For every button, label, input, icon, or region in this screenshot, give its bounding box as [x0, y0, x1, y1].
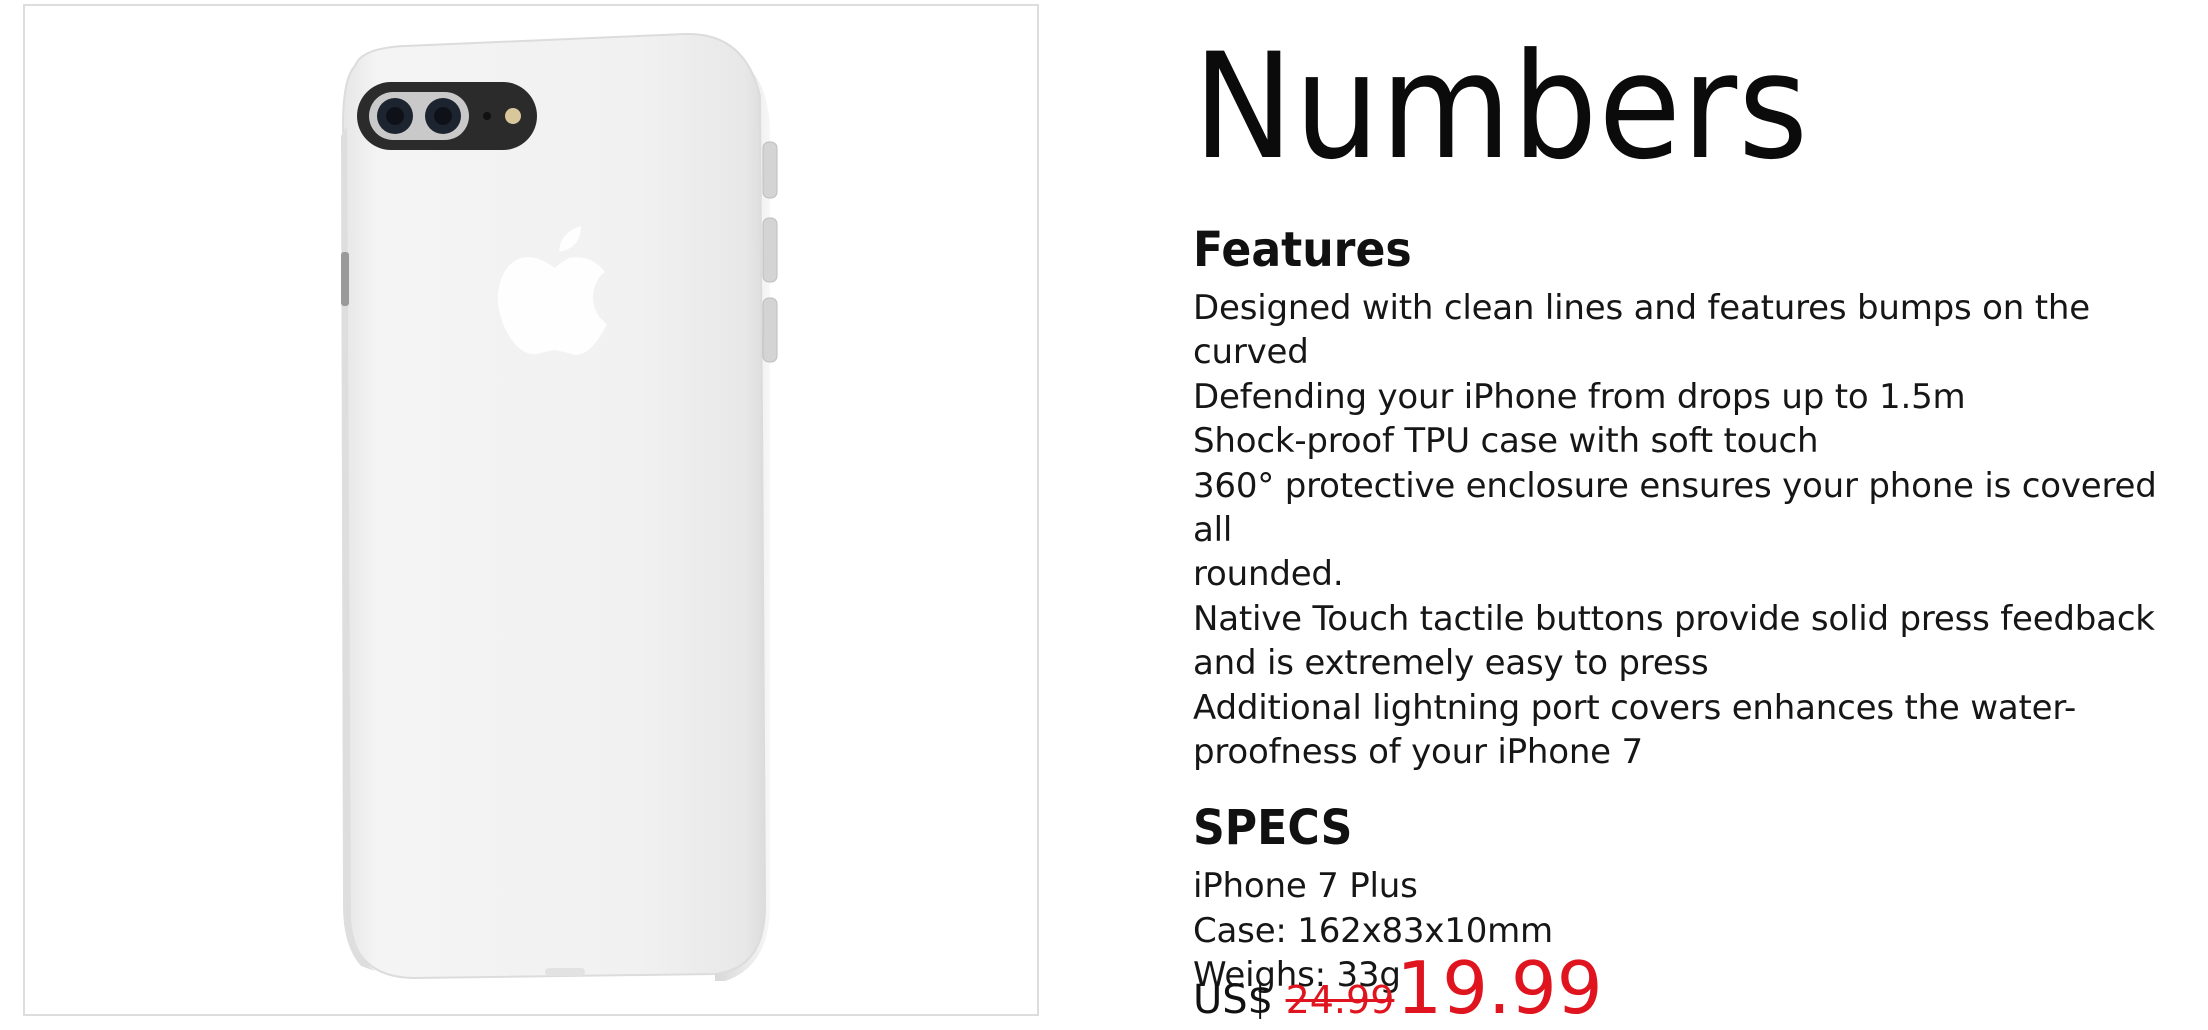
features-list: Designed with clean lines and features b… [1193, 286, 2193, 774]
feature-line: Shock-proof TPU case with soft touch [1193, 421, 1819, 462]
feature-line: Additional lightning port covers enhance… [1193, 687, 2077, 728]
spec-line: iPhone 7 Plus [1193, 866, 1418, 907]
camera-cutout-icon [357, 82, 537, 150]
feature-line: and is extremely easy to press [1193, 643, 1709, 684]
feature-line: rounded. [1193, 554, 1344, 595]
feature-line: Designed with clean lines and features b… [1193, 288, 2090, 328]
feature-line: proofness of your iPhone 7 [1193, 732, 1643, 773]
feature-line: 360° protective enclosure ensures your p… [1193, 465, 2157, 551]
volume-button [762, 217, 778, 283]
specs-heading: SPECS [1193, 800, 1353, 857]
volume-button [762, 141, 778, 199]
original-price: 24.99 [1285, 978, 1395, 1022]
price-currency: US$ [1193, 977, 1274, 1023]
features-heading: Features [1193, 222, 1412, 278]
product-image-frame [23, 4, 1039, 1016]
case-body [341, 32, 767, 980]
price-row: US$ 24.9919.99 [1193, 946, 1603, 1030]
volume-button [762, 297, 778, 363]
feature-line: Native Touch tactile buttons provide sol… [1193, 598, 2155, 639]
product-details: Numbers Features Designed with clean lin… [1193, 0, 2193, 1030]
product-title: Numbers [1193, 22, 1809, 192]
phone-case-image [341, 32, 778, 981]
feature-line: curved [1193, 332, 1309, 373]
sale-price: 19.99 [1396, 946, 1603, 1030]
feature-line: Defending your iPhone from drops up to 1… [1193, 376, 1966, 417]
